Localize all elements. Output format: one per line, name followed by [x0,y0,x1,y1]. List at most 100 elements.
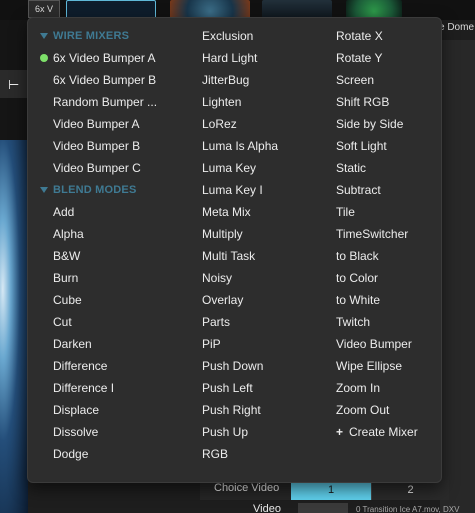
menu-item-label: LoRez [202,117,237,131]
menu-item-burn[interactable]: Burn [39,267,174,289]
menu-item-cut[interactable]: Cut [39,311,174,333]
menu-item-overlay[interactable]: Overlay [188,289,318,311]
menu-item-parts[interactable]: Parts [188,311,318,333]
menu-item-to-color[interactable]: to Color [322,267,437,289]
menu-item-multi-task[interactable]: Multi Task [188,245,318,267]
section-label: WIRE MIXERS [53,30,130,42]
menu-item-add[interactable]: Add [39,201,174,223]
menu-item-dissolve[interactable]: Dissolve [39,421,174,443]
menu-item-luma-key-i[interactable]: Luma Key I [188,179,318,201]
choice-cell-2[interactable]: 2 [371,480,449,500]
menu-item-displace[interactable]: Displace [39,399,174,421]
menu-item-label: Multi Task [202,249,256,263]
menu-item-b-w[interactable]: B&W [39,245,174,267]
menu-item-label: Parts [202,315,231,329]
menu-item-push-right[interactable]: Push Right [188,399,318,421]
menu-item-6x-video-bumper-a[interactable]: 6x Video Bumper A [39,47,174,69]
menu-item-shift-rgb[interactable]: Shift RGB [322,91,437,113]
menu-item-lighten[interactable]: Lighten [188,91,318,113]
section-blend-modes[interactable]: BLEND MODES [39,179,174,201]
video-thumbnail[interactable] [298,503,348,513]
menu-item-static[interactable]: Static [322,157,437,179]
menu-item-hard-light[interactable]: Hard Light [188,47,318,69]
menu-item-video-bumper[interactable]: Video Bumper [322,333,437,355]
menu-item-label: Video Bumper B [53,139,141,153]
menu-item-noisy[interactable]: Noisy [188,267,318,289]
menu-item-video-bumper-b[interactable]: Video Bumper B [39,135,174,157]
menu-item-random-bumper[interactable]: Random Bumper ... [39,91,174,113]
menu-column-1: WIRE MIXERS 6x Video Bumper A 6x Video Bu… [39,25,174,465]
menu-item-lorez[interactable]: LoRez [188,113,318,135]
menu-item-rotate-x[interactable]: Rotate X [322,25,437,47]
menu-item-tile[interactable]: Tile [322,201,437,223]
section-wire-mixers[interactable]: WIRE MIXERS [39,25,174,47]
menu-item-push-up[interactable]: Push Up [188,421,318,443]
menu-item-label: to Color [336,271,379,285]
menu-item-label: Overlay [202,293,244,307]
menu-item-subtract[interactable]: Subtract [322,179,437,201]
menu-item-label: Burn [53,271,79,285]
menu-item-label: Video Bumper [336,337,412,351]
menu-item-label: Push Down [202,359,264,373]
menu-item-difference-i[interactable]: Difference I [39,377,174,399]
choice-cell-1[interactable]: 1 [291,480,371,500]
menu-item-to-white[interactable]: to White [322,289,437,311]
menu-item-pip[interactable]: PiP [188,333,318,355]
cursor-bar-icon[interactable]: ⊢ [8,77,19,93]
menu-item-rgb[interactable]: RGB [188,443,318,465]
menu-item-screen[interactable]: Screen [322,69,437,91]
collapse-triangle-icon[interactable] [40,187,48,193]
menu-item-meta-mix[interactable]: Meta Mix [188,201,318,223]
menu-item-luma-key[interactable]: Luma Key [188,157,318,179]
menu-item-label: JitterBug [202,73,250,87]
menu-item-label: Push Right [202,403,261,417]
menu-item-zoom-out[interactable]: Zoom Out [322,399,437,421]
menu-item-side-by-side[interactable]: Side by Side [322,113,437,135]
menu-item-label: Dodge [53,447,89,461]
menu-item-dodge[interactable]: Dodge [39,443,174,465]
menu-item-label: Luma Is Alpha [202,139,279,153]
menu-item-label: Cut [53,315,72,329]
menu-item-label: Difference [53,359,108,373]
menu-item-luma-is-alpha[interactable]: Luma Is Alpha [188,135,318,157]
menu-item-jitterbug[interactable]: JitterBug [188,69,318,91]
menu-item-label: Push Left [202,381,253,395]
menu-item-alpha[interactable]: Alpha [39,223,174,245]
menu-column-3: Rotate X Rotate Y Screen Shift RGB Side by S… [322,25,437,443]
menu-item-video-bumper-a[interactable]: Video Bumper A [39,113,174,135]
menu-item-label: 6x Video Bumper A [53,51,156,65]
menu-item-label: Displace [53,403,100,417]
menu-item-exclusion[interactable]: Exclusion [188,25,318,47]
menu-item-push-down[interactable]: Push Down [188,355,318,377]
menu-item-label: Darken [53,337,92,351]
menu-item-darken[interactable]: Darken [39,333,174,355]
menu-item-multiply[interactable]: Multiply [188,223,318,245]
menu-column-2: Exclusion Hard Light JitterBug Lighten LoRez… [188,25,318,465]
menu-item-label: 6x Video Bumper B [53,73,157,87]
menu-item-label: Wipe Ellipse [336,359,403,373]
menu-item-label: Hard Light [202,51,258,65]
clip-tab[interactable]: 6x V [28,0,60,18]
menu-item-label: B&W [53,249,81,263]
clip-label: e Dome I [439,22,475,33]
menu-item-video-bumper-c[interactable]: Video Bumper C [39,157,174,179]
menu-item-soft-light[interactable]: Soft Light [322,135,437,157]
video-label: Video [253,503,281,513]
create-mixer-item[interactable]: + Create Mixer [322,421,437,443]
menu-item-twitch[interactable]: Twitch [322,311,437,333]
video-file-name: 0 Transition Ice A7.mov, DXV [356,505,460,513]
menu-item-wipe-ellipse[interactable]: Wipe Ellipse [322,355,437,377]
menu-item-push-left[interactable]: Push Left [188,377,318,399]
menu-item-label: Noisy [202,271,233,285]
collapse-triangle-icon[interactable] [40,33,48,39]
menu-item-cube[interactable]: Cube [39,289,174,311]
menu-item-6x-video-bumper-b[interactable]: 6x Video Bumper B [39,69,174,91]
menu-item-to-black[interactable]: to Black [322,245,437,267]
menu-item-rotate-y[interactable]: Rotate Y [322,47,437,69]
menu-item-label: Difference I [53,381,115,395]
menu-item-difference[interactable]: Difference [39,355,174,377]
menu-item-label: to Black [336,249,379,263]
menu-item-zoom-in[interactable]: Zoom In [322,377,437,399]
menu-item-timeswitcher[interactable]: TimeSwitcher [322,223,437,245]
menu-item-label: Alpha [53,227,84,241]
